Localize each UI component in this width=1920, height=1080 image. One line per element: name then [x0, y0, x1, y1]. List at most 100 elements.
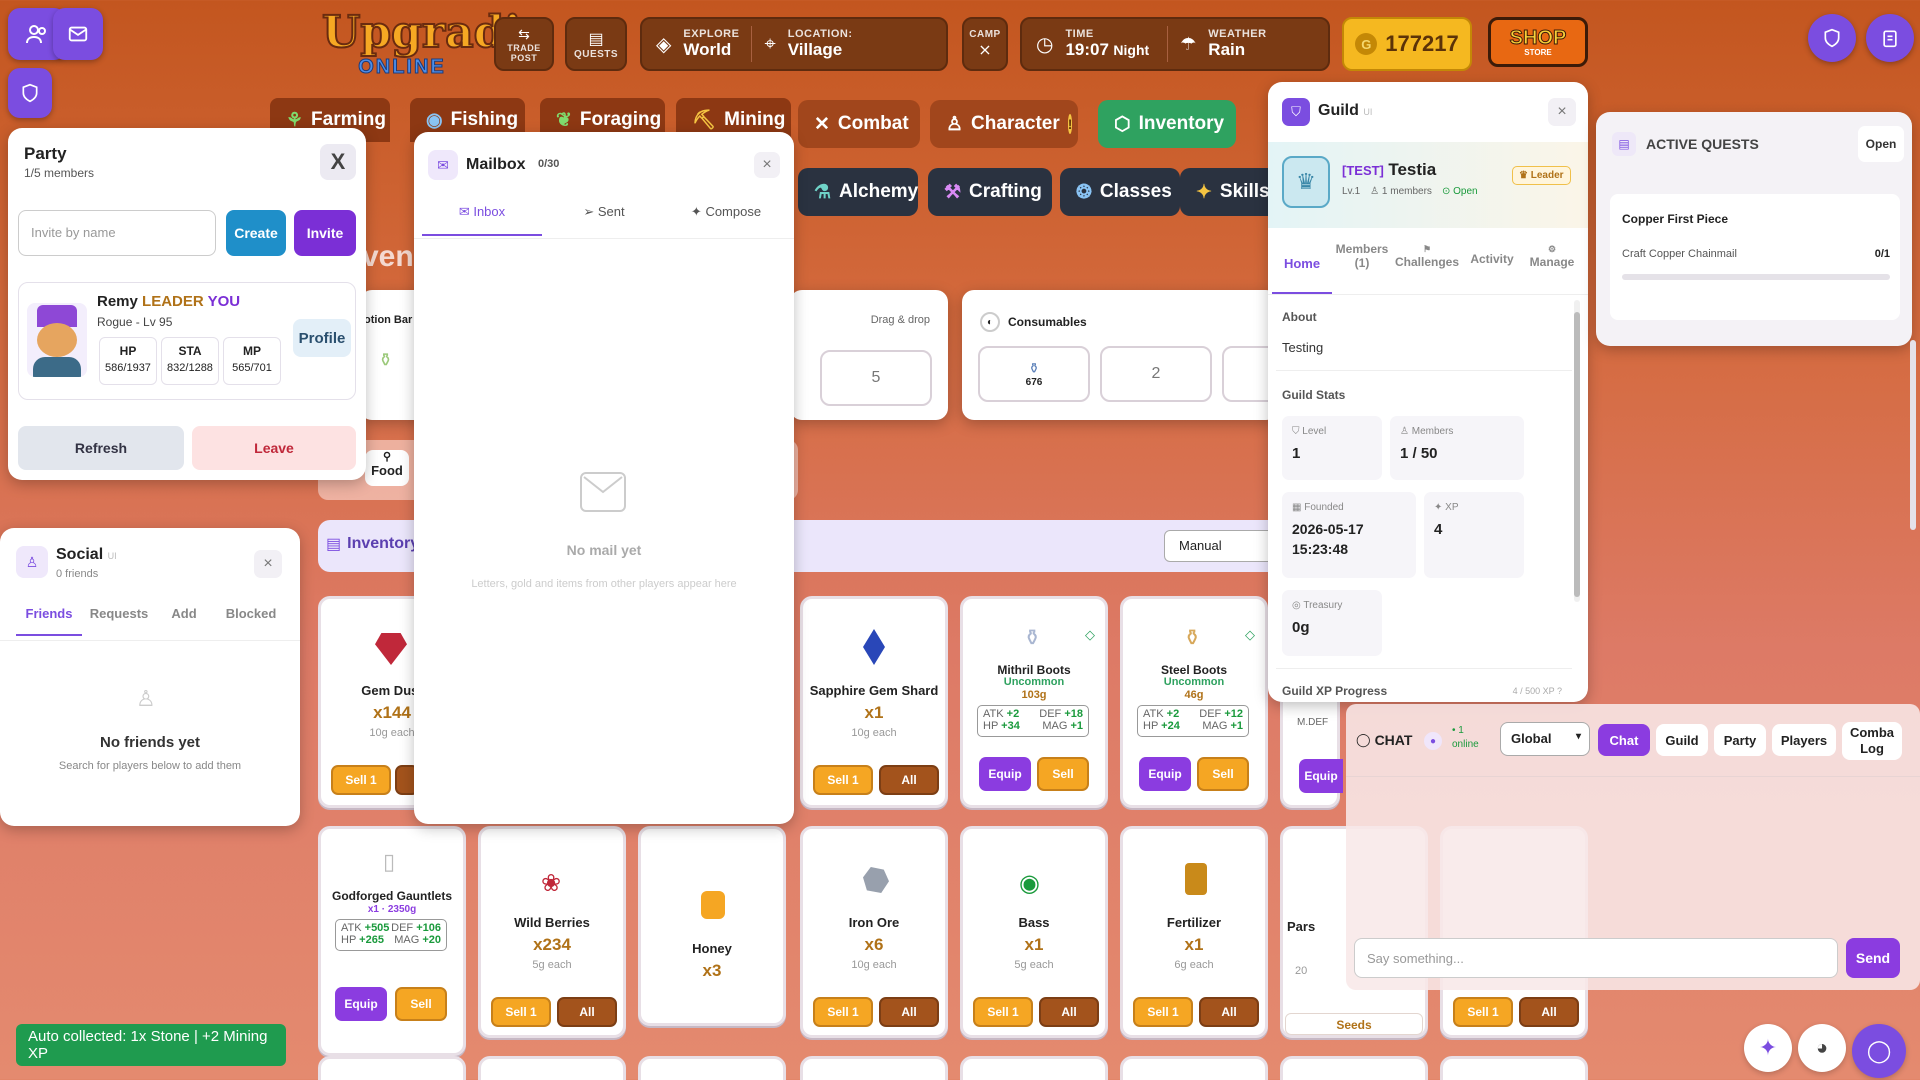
- sell-button[interactable]: Sell: [1037, 757, 1089, 791]
- sell-all-button[interactable]: All: [879, 997, 939, 1027]
- trade-post-button[interactable]: ⇆ TRADE POST: [494, 17, 554, 71]
- sell-one-button[interactable]: Sell 1: [973, 997, 1033, 1027]
- sta-stat: STA 832/1288: [161, 337, 219, 385]
- sell-one-button[interactable]: Sell 1: [331, 765, 391, 795]
- explore-location-box[interactable]: ◈ EXPLORE World ⌖ LOCATION: Village: [640, 17, 948, 71]
- item-card[interactable]: ⚱ ◇ Mithril Boots Uncommon 103g ATK +2 DE…: [960, 596, 1108, 808]
- equip-button[interactable]: Equip: [335, 987, 387, 1021]
- tab-challenges[interactable]: ⚑ Challenges: [1392, 244, 1462, 269]
- sell-all-button[interactable]: All: [1519, 997, 1579, 1027]
- tab-combat[interactable]: ✕ Combat: [798, 100, 920, 148]
- item-card[interactable]: ▯ Godforged Gauntlets x1 · 2350g ATK +50…: [318, 826, 466, 1056]
- tab-sent[interactable]: ➢ Sent: [544, 204, 664, 220]
- close-button[interactable]: X: [320, 144, 356, 180]
- sell-all-button[interactable]: All: [557, 997, 617, 1027]
- pet-button[interactable]: ◕: [1798, 1024, 1846, 1072]
- slot[interactable]: 5: [820, 350, 932, 406]
- invite-input[interactable]: Invite by name: [18, 210, 216, 256]
- tab-character[interactable]: ♙ Character!: [930, 100, 1078, 148]
- send-button[interactable]: Send: [1846, 938, 1900, 978]
- invite-button[interactable]: Invite: [294, 210, 356, 256]
- tab-crafting[interactable]: ⚒ Crafting: [928, 168, 1052, 216]
- camp-button[interactable]: CAMP ⨯: [962, 17, 1008, 71]
- item-card[interactable]: Iron Ore x6 10g each Sell 1 All: [800, 826, 948, 1038]
- item-card[interactable]: [1440, 1056, 1588, 1080]
- close-button[interactable]: ×: [1548, 98, 1576, 126]
- sort-select[interactable]: Manual: [1164, 530, 1274, 562]
- tab-skills[interactable]: ✦ Skills: [1180, 168, 1270, 216]
- item-card[interactable]: ❀ Wild Berries x234 5g each Sell 1 All: [478, 826, 626, 1038]
- equip-button[interactable]: Equip: [1139, 757, 1191, 791]
- item-card[interactable]: [318, 1056, 466, 1080]
- tab-alchemy[interactable]: ⚗ Alchemy: [798, 168, 918, 216]
- scrollbar[interactable]: [1574, 300, 1580, 602]
- close-button[interactable]: ×: [754, 152, 780, 178]
- item-card[interactable]: Sapphire Gem Shard x1 10g each Sell 1 Al…: [800, 596, 948, 808]
- refresh-button[interactable]: Refresh: [18, 426, 184, 470]
- sell-all-button[interactable]: All: [1039, 997, 1099, 1027]
- tab-friends[interactable]: Friends: [16, 606, 82, 636]
- close-button[interactable]: ×: [254, 550, 282, 578]
- shield-button[interactable]: [1808, 14, 1856, 62]
- item-card[interactable]: [960, 1056, 1108, 1080]
- item-card[interactable]: [638, 1056, 786, 1080]
- leave-button[interactable]: Leave: [192, 426, 356, 470]
- create-button[interactable]: Create: [226, 210, 286, 256]
- mailbox-toggle-button[interactable]: [53, 8, 103, 60]
- sparkle-button[interactable]: ✦: [1744, 1024, 1792, 1072]
- quest-card[interactable]: Copper First Piece Craft Copper Chainmai…: [1610, 194, 1900, 320]
- item-card[interactable]: [1120, 1056, 1268, 1080]
- food-tab[interactable]: ⚲ Food: [365, 450, 409, 486]
- tab-members[interactable]: Members (1): [1332, 242, 1392, 270]
- open-button[interactable]: Open: [1858, 126, 1904, 162]
- sell-one-button[interactable]: Sell 1: [1453, 997, 1513, 1027]
- tab-guild[interactable]: Guild: [1656, 724, 1708, 756]
- item-card[interactable]: [1280, 1056, 1428, 1080]
- sell-one-button[interactable]: Sell 1: [1133, 997, 1193, 1027]
- tab-home[interactable]: Home: [1272, 246, 1332, 294]
- sell-button[interactable]: Sell: [1197, 757, 1249, 791]
- item-card[interactable]: Honey x3: [638, 826, 786, 1026]
- equip-button[interactable]: Equip: [1299, 759, 1343, 793]
- consumable-slot[interactable]: 2: [1100, 346, 1212, 402]
- sell-button[interactable]: Sell: [395, 987, 447, 1021]
- tab-manage[interactable]: ⚙ Manage: [1522, 244, 1582, 269]
- tab-players[interactable]: Players: [1772, 724, 1836, 756]
- item-card[interactable]: Fertilizer x1 6g each Sell 1 All: [1120, 826, 1268, 1038]
- tab-inventory[interactable]: ⬡ Inventory: [1098, 100, 1236, 148]
- quest-log-button[interactable]: [1866, 14, 1914, 62]
- sell-all-button[interactable]: All: [879, 765, 939, 795]
- tab-add[interactable]: Add: [156, 606, 212, 621]
- quests-button[interactable]: ▤ QUESTS: [565, 17, 627, 71]
- equip-button[interactable]: Equip: [979, 757, 1031, 791]
- item-card[interactable]: [478, 1056, 626, 1080]
- chat-toggle-button[interactable]: ◯: [1852, 1024, 1906, 1078]
- scrollbar[interactable]: [1910, 340, 1916, 530]
- tab-classes[interactable]: ❂ Classes: [1060, 168, 1180, 216]
- item-card[interactable]: ◉ Bass x1 5g each Sell 1 All: [960, 826, 1108, 1038]
- shop-button[interactable]: SHOP STORE: [1488, 17, 1588, 67]
- tab-chat[interactable]: Chat: [1598, 724, 1650, 756]
- item-card[interactable]: [800, 1056, 948, 1080]
- consumable-slot[interactable]: ⚱ 676: [978, 346, 1090, 402]
- tab-requests[interactable]: Requests: [86, 606, 152, 621]
- lock-open-icon: ⊙: [1441, 186, 1451, 197]
- sell-one-button[interactable]: Sell 1: [813, 997, 873, 1027]
- sparkle-icon: ✦: [690, 204, 706, 219]
- sell-one-button[interactable]: Sell 1: [491, 997, 551, 1027]
- mail-icon: ✉: [458, 204, 474, 219]
- item-card[interactable]: ⚱ ◇ Steel Boots Uncommon 46g ATK +2 DEF +…: [1120, 596, 1268, 808]
- guild-toggle-button[interactable]: [8, 68, 52, 118]
- tab-activity[interactable]: Activity: [1462, 252, 1522, 266]
- seeds-button[interactable]: Seeds: [1285, 1013, 1423, 1035]
- tab-blocked[interactable]: Blocked: [216, 606, 286, 621]
- tab-combat-log[interactable]: Comba Log: [1842, 722, 1902, 760]
- tab-compose[interactable]: ✦ Compose: [666, 204, 786, 220]
- sell-all-button[interactable]: All: [1199, 997, 1259, 1027]
- tab-inbox[interactable]: ✉ Inbox: [422, 204, 542, 236]
- chat-input[interactable]: Say something...: [1354, 938, 1838, 978]
- tab-party[interactable]: Party: [1714, 724, 1766, 756]
- channel-select[interactable]: Global ▾: [1500, 722, 1590, 756]
- profile-button[interactable]: Profile: [293, 319, 351, 357]
- sell-one-button[interactable]: Sell 1: [813, 765, 873, 795]
